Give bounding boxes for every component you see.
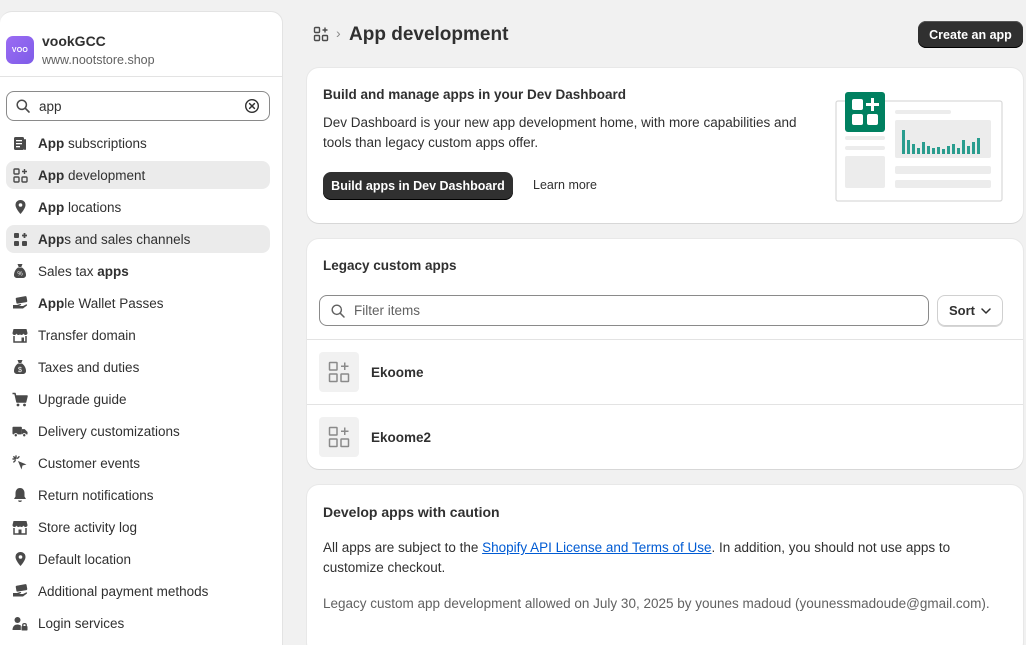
sidebar-item-apple-wallet-passes[interactable]: Apple Wallet Passes bbox=[6, 289, 270, 317]
svg-text:$: $ bbox=[18, 367, 22, 374]
money-bag-icon: $ bbox=[12, 359, 28, 375]
settings-nav: App subscriptions App development App lo… bbox=[6, 129, 270, 641]
person-lock-icon bbox=[12, 615, 28, 631]
apps-icon bbox=[328, 426, 350, 448]
store-icon bbox=[12, 519, 28, 535]
apps-icon bbox=[328, 361, 350, 383]
receipt-icon bbox=[12, 135, 28, 151]
bell-icon bbox=[12, 487, 28, 503]
sidebar-item-transfer-domain[interactable]: Transfer domain bbox=[6, 321, 270, 349]
app-thumbnail bbox=[319, 417, 359, 457]
app-name: Ekoome bbox=[371, 364, 424, 380]
sidebar-item-label: Return notifications bbox=[38, 487, 154, 503]
build-apps-button[interactable]: Build apps in Dev Dashboard bbox=[323, 172, 513, 200]
legacy-allowed-note: Legacy custom app development allowed on… bbox=[323, 596, 990, 611]
sidebar-item-label: App development bbox=[38, 167, 146, 183]
search-icon bbox=[16, 99, 30, 113]
location-icon bbox=[12, 551, 28, 567]
chevron-right-icon: › bbox=[336, 25, 341, 41]
sidebar-item-label: Additional payment methods bbox=[38, 583, 209, 599]
create-app-button[interactable]: Create an app bbox=[918, 21, 1023, 48]
sidebar-item-default-location[interactable]: Default location bbox=[6, 545, 270, 573]
sidebar-item-label: Apple Wallet Passes bbox=[38, 295, 164, 311]
sidebar-item-store-activity-log[interactable]: Store activity log bbox=[6, 513, 270, 541]
api-terms-link[interactable]: Shopify API License and Terms of Use bbox=[482, 540, 711, 555]
sidebar-item-login-services[interactable]: Login services bbox=[6, 609, 270, 637]
apps-filled-icon bbox=[12, 231, 28, 247]
sidebar-item-additional-payment-methods[interactable]: Additional payment methods bbox=[6, 577, 270, 605]
sidebar-item-label: Default location bbox=[38, 551, 132, 567]
caution-card: Develop apps with caution All apps are s… bbox=[307, 485, 1023, 645]
learn-more-button[interactable]: Learn more bbox=[533, 178, 597, 192]
list-item[interactable]: Ekoome bbox=[307, 339, 1023, 404]
svg-text:%: % bbox=[17, 272, 23, 278]
sidebar-item-label: Customer events bbox=[38, 455, 141, 471]
cart-icon bbox=[12, 391, 28, 407]
store-domain: www.nootstore.shop bbox=[42, 53, 155, 67]
sidebar-item-app-locations[interactable]: App locations bbox=[6, 193, 270, 221]
page-header: › App development Create an app bbox=[313, 21, 1026, 48]
settings-sidebar: VOO vookGCC www.nootstore.shop App subsc… bbox=[0, 11, 283, 645]
legacy-apps-card: Legacy custom apps Sort Ekoome Ekoome2 bbox=[307, 239, 1023, 469]
page-title: App development bbox=[349, 24, 509, 45]
legacy-apps-title: Legacy custom apps bbox=[323, 258, 457, 273]
store-avatar: VOO bbox=[6, 36, 34, 64]
filter-input[interactable] bbox=[354, 303, 918, 318]
tax-bag-icon: % bbox=[12, 263, 28, 279]
settings-search[interactable] bbox=[6, 91, 270, 121]
dev-dashboard-title: Build and manage apps in your Dev Dashbo… bbox=[323, 87, 627, 102]
dashboard-illustration bbox=[835, 92, 1003, 202]
store-icon bbox=[12, 327, 28, 343]
search-input[interactable] bbox=[39, 98, 243, 114]
store-switcher[interactable]: VOO vookGCC www.nootstore.shop bbox=[6, 30, 155, 70]
sidebar-item-customer-events[interactable]: Customer events bbox=[6, 449, 270, 477]
app-name: Ekoome2 bbox=[371, 429, 432, 445]
dev-dashboard-description: Dev Dashboard is your new app developmen… bbox=[323, 115, 797, 150]
chevron-down-icon bbox=[981, 307, 991, 314]
apps-icon[interactable] bbox=[313, 26, 329, 42]
sidebar-item-app-subscriptions[interactable]: App subscriptions bbox=[6, 129, 270, 157]
apps-icon bbox=[12, 167, 28, 183]
sidebar-item-label: Login services bbox=[38, 615, 125, 631]
sidebar-item-label: App locations bbox=[38, 199, 122, 215]
store-name: vookGCC bbox=[42, 33, 106, 49]
sidebar-item-taxes-and-duties[interactable]: $ Taxes and duties bbox=[6, 353, 270, 381]
caution-title: Develop apps with caution bbox=[323, 504, 500, 520]
location-icon bbox=[12, 199, 28, 215]
cursor-click-icon bbox=[12, 455, 28, 471]
caution-terms-text: All apps are subject to the Shopify API … bbox=[323, 540, 951, 575]
sidebar-divider bbox=[0, 76, 282, 77]
app-thumbnail bbox=[319, 352, 359, 392]
sidebar-item-label: Store activity log bbox=[38, 519, 138, 535]
sidebar-item-sales-tax-apps[interactable]: % Sales tax apps bbox=[6, 257, 270, 285]
search-icon bbox=[331, 304, 345, 318]
clear-circle-icon[interactable] bbox=[243, 97, 261, 115]
dev-dashboard-card: Build and manage apps in your Dev Dashbo… bbox=[307, 68, 1023, 223]
truck-icon bbox=[12, 423, 28, 439]
sort-button[interactable]: Sort bbox=[937, 295, 1003, 326]
sidebar-item-label: Delivery customizations bbox=[38, 423, 180, 439]
hand-card-icon bbox=[12, 295, 28, 311]
filter-search[interactable] bbox=[319, 295, 929, 326]
sidebar-item-label: App subscriptions bbox=[38, 135, 147, 151]
sort-label: Sort bbox=[949, 303, 975, 318]
sidebar-item-apps-and-sales-channels[interactable]: Apps and sales channels bbox=[6, 225, 270, 253]
list-item[interactable]: Ekoome2 bbox=[307, 404, 1023, 469]
sidebar-item-upgrade-guide[interactable]: Upgrade guide bbox=[6, 385, 270, 413]
sidebar-item-label: Transfer domain bbox=[38, 327, 136, 343]
sidebar-item-label: Upgrade guide bbox=[38, 391, 127, 407]
sidebar-item-return-notifications[interactable]: Return notifications bbox=[6, 481, 270, 509]
hand-card-icon bbox=[12, 583, 28, 599]
sidebar-item-label: Sales tax apps bbox=[38, 263, 129, 279]
sidebar-item-label: Taxes and duties bbox=[38, 359, 140, 375]
sidebar-item-delivery-customizations[interactable]: Delivery customizations bbox=[6, 417, 270, 445]
sidebar-item-label: Apps and sales channels bbox=[38, 231, 191, 247]
sidebar-item-app-development[interactable]: App development bbox=[6, 161, 270, 189]
